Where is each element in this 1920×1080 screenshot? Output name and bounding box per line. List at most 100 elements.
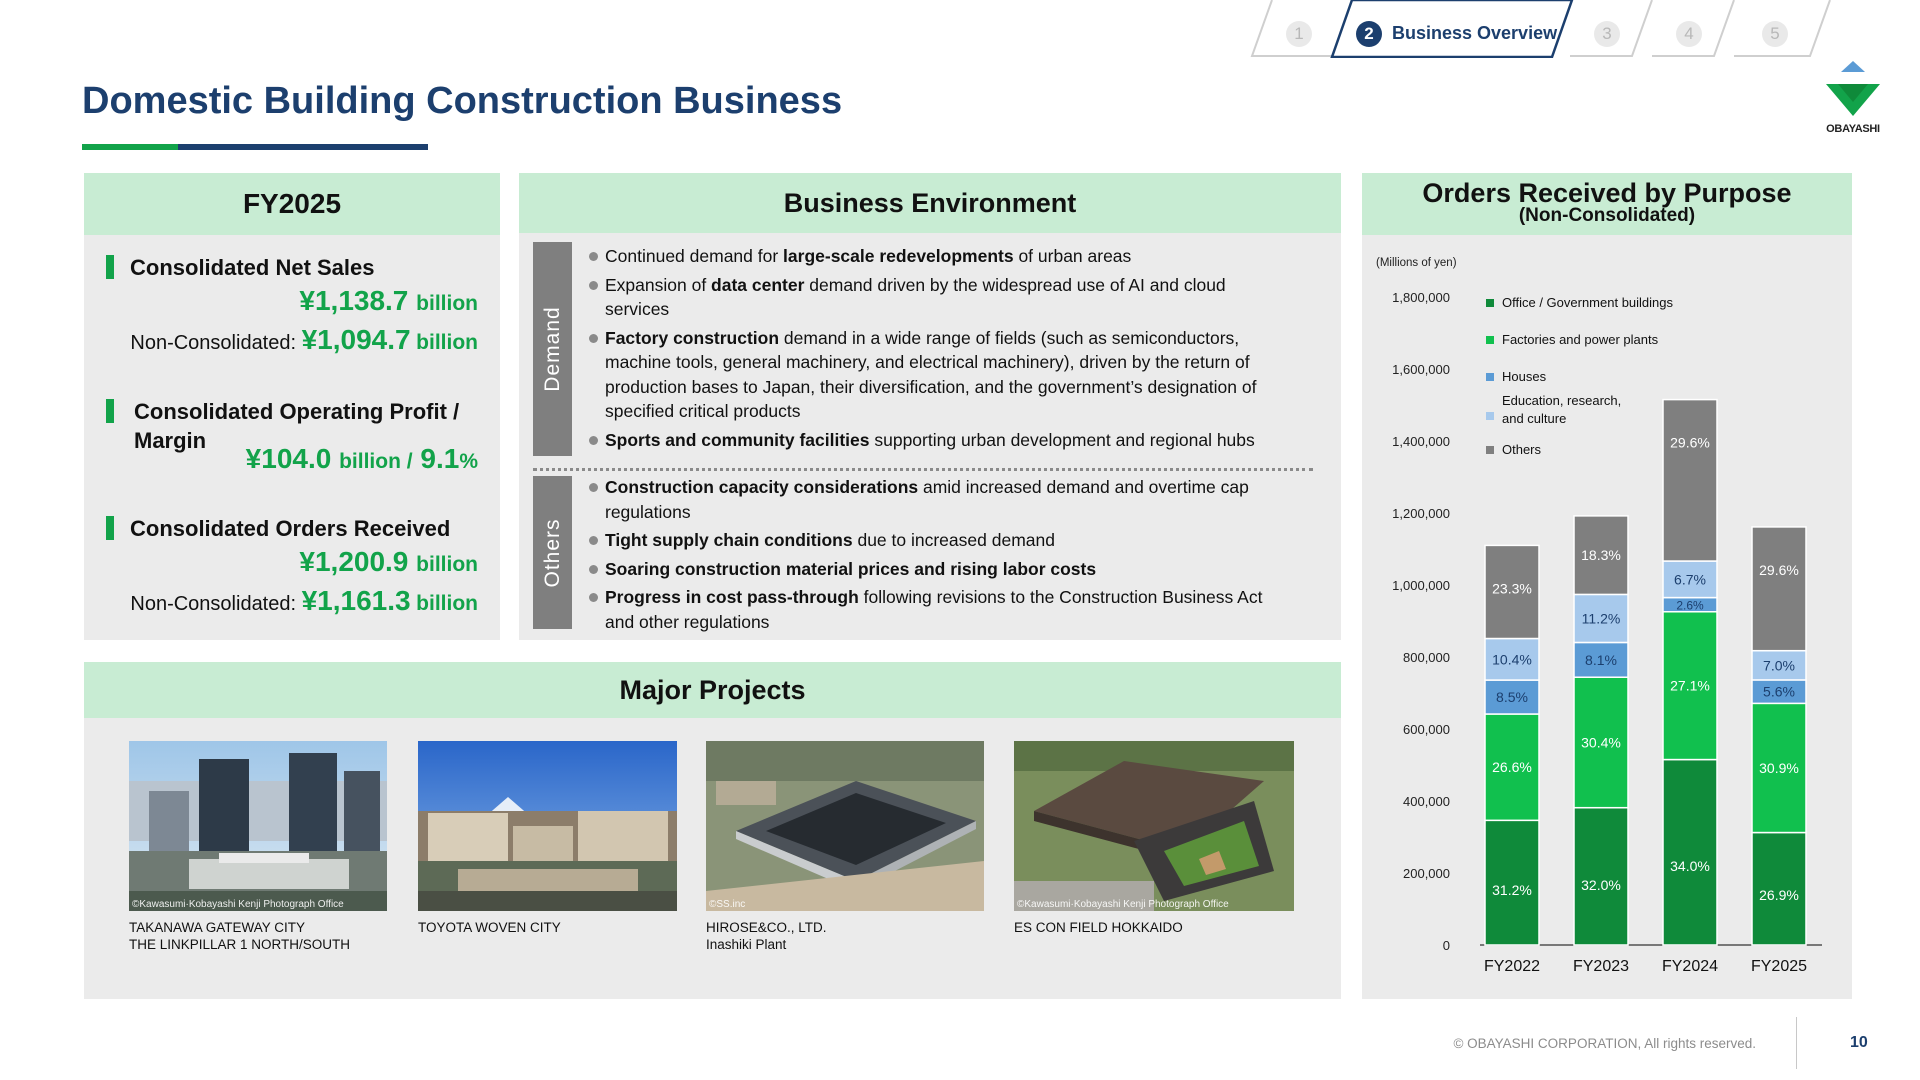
orders-received-value: ¥1,200.9 billion (299, 546, 478, 578)
bullet-item: Factory construction demand in a wide ra… (589, 326, 1289, 424)
chart-header: Orders Received by Purpose (Non-Consolid… (1362, 173, 1852, 235)
tab-2[interactable]: 2 Business Overview (1330, 0, 1574, 58)
bullet-item: Expansion of data center demand driven b… (589, 273, 1289, 322)
logo-text: OBAYASHI (1826, 123, 1880, 135)
bullet-item: Continued demand for large-scale redevel… (589, 244, 1289, 269)
y-tick-label: 1,800,000 (1392, 290, 1450, 305)
tab-4[interactable]: 4 (1650, 0, 1736, 58)
project-caption-line1: ES CON FIELD HOKKAIDO (1014, 920, 1183, 935)
net-sales-nc-unit: billion (416, 331, 478, 354)
others-list: Construction capacity considerations ami… (589, 475, 1289, 638)
bar-segment (1751, 526, 1807, 652)
others-label: Others (540, 517, 564, 588)
chart-subtitle: (Non-Consolidated) (1518, 205, 1696, 226)
footer-divider (1796, 1017, 1797, 1069)
bar-data-label: 8.5% (1496, 689, 1528, 705)
bullet-pre-text: Continued demand for (605, 246, 784, 266)
legend-label: Office / Government buildings (1502, 295, 1674, 310)
tab-5[interactable]: 5 (1732, 0, 1832, 58)
net-sales-unit: billion (416, 292, 478, 315)
bar-data-label: 30.4% (1581, 734, 1621, 750)
project-caption-line1: HIROSE&CO., LTD. (706, 920, 827, 935)
project-photo: ©Kawasumi·Kobayashi Kenji Photograph Off… (129, 741, 387, 911)
operating-profit-label-line2: Margin (134, 428, 207, 453)
others-label-box: Others (533, 476, 572, 629)
bar-data-label: 5.6% (1763, 684, 1795, 700)
orders-received-label: Consolidated Orders Received (130, 516, 451, 541)
y-tick-label: 1,000,000 (1392, 578, 1450, 593)
bar-data-label: 10.4% (1492, 651, 1532, 667)
project-caption-line2: Inashiki Plant (706, 937, 787, 952)
bullet-bold-text: Construction capacity considerations (605, 477, 919, 497)
kpi-marker (106, 255, 114, 279)
bullet-bold-text: Factory construction (605, 327, 780, 348)
obayashi-logo: OBAYASHI (1818, 58, 1888, 138)
bar-data-label: 34.0% (1670, 858, 1710, 874)
operating-margin-value: 9.1 (420, 443, 460, 474)
tab-1[interactable]: 1 (1250, 0, 1336, 58)
net-sales-label: Consolidated Net Sales (130, 255, 375, 280)
y-tick-label: 0 (1443, 938, 1450, 953)
photo-credit: ©Kawasumi·Kobayashi Kenji Photograph Off… (1017, 899, 1229, 910)
project-woven-city: TOYOTA WOVEN CITY (418, 741, 677, 936)
bar-data-label: 30.9% (1759, 760, 1799, 776)
legend-swatch (1486, 446, 1494, 454)
major-projects-panel: Major Projects ©Kawasumi·Kobayashi Kenji (84, 662, 1341, 999)
net-sales-value: ¥1,138.7 billion (299, 285, 478, 317)
bullet-post-text: due to increased demand (852, 530, 1055, 550)
bar-data-label: 26.9% (1759, 887, 1799, 903)
bullet-item: Sports and community facilities supporti… (589, 428, 1289, 453)
x-tick-label: FY2022 (1484, 958, 1540, 975)
bullet-bold-text: Sports and community facilities (605, 429, 870, 450)
major-projects-header: Major Projects (84, 662, 1341, 718)
net-sales-nonconsolidated: Non-Consolidated: ¥1,094.7 billion (130, 324, 478, 356)
project-caption-line2: THE LINKPILLAR 1 NORTH/SOUTH (129, 937, 351, 952)
bar-data-label: 27.1% (1670, 678, 1710, 694)
bar-data-label: 23.3% (1492, 580, 1532, 596)
bar-data-label: 32.0% (1581, 877, 1621, 893)
y-tick-label: 1,600,000 (1392, 362, 1450, 377)
bullet-bold-text: large-scale redevelopments (783, 246, 1014, 266)
y-tick-label: 1,400,000 (1392, 434, 1450, 449)
bullet-post-text: supporting urban development and regiona… (869, 429, 1255, 450)
bar-data-label: 6.7% (1674, 571, 1706, 587)
bar-segment (1662, 398, 1718, 562)
bar-data-label: 26.6% (1492, 759, 1532, 775)
net-sales-amount: ¥1,138.7 (299, 285, 409, 316)
business-environment-header: Business Environment (519, 173, 1341, 233)
legend-swatch (1486, 412, 1494, 420)
bar-segment (1662, 758, 1718, 946)
x-tick-label: FY2025 (1751, 958, 1807, 975)
nonconsolidated-prefix: Non-Consolidated: (130, 593, 297, 615)
y-tick-label: 400,000 (1403, 794, 1450, 809)
photo-credit: ©SS.inc (709, 899, 746, 910)
bullet-item: Construction capacity considerations ami… (589, 475, 1289, 524)
bar-data-label: 11.2% (1582, 610, 1621, 626)
bar-data-label: 31.2% (1492, 882, 1532, 898)
tab-3[interactable]: 3 (1568, 0, 1654, 58)
demand-label-box: Demand (533, 242, 572, 456)
bullet-bold-text: Progress in cost pass-through (605, 587, 859, 607)
bullet-pre-text: Expansion of (605, 274, 712, 295)
bar-data-label: 2.6% (1676, 599, 1704, 613)
demand-label: Demand (540, 306, 564, 392)
legend-label: and culture (1502, 411, 1566, 426)
legend-label: Houses (1502, 369, 1547, 384)
bullet-bold-text: Tight supply chain conditions (605, 530, 853, 550)
slide: 1 2 Business Overview 3 4 5 OBAYASHI Dom… (0, 0, 1920, 1080)
x-tick-label: FY2023 (1573, 958, 1629, 975)
project-photo: ©SS.inc (706, 741, 984, 911)
operating-profit-label-line1: Consolidated Operating Profit / (134, 399, 460, 424)
y-tick-label: 600,000 (1403, 722, 1450, 737)
orders-received-nonconsolidated: Non-Consolidated: ¥1,161.3 billion (130, 585, 478, 617)
legend-swatch (1486, 299, 1494, 307)
orders-nc-unit: billion (416, 592, 478, 615)
operating-profit-unit: billion / (339, 450, 413, 473)
fy2025-header: FY2025 (84, 173, 500, 235)
bar-data-label: 18.3% (1581, 547, 1621, 563)
x-tick-label: FY2024 (1662, 958, 1718, 975)
orders-received-amount: ¥1,200.9 (299, 546, 409, 577)
page-number: 10 (1850, 1034, 1868, 1051)
tab-3-number: 3 (1594, 21, 1620, 47)
bar-data-label: 29.6% (1670, 435, 1710, 451)
